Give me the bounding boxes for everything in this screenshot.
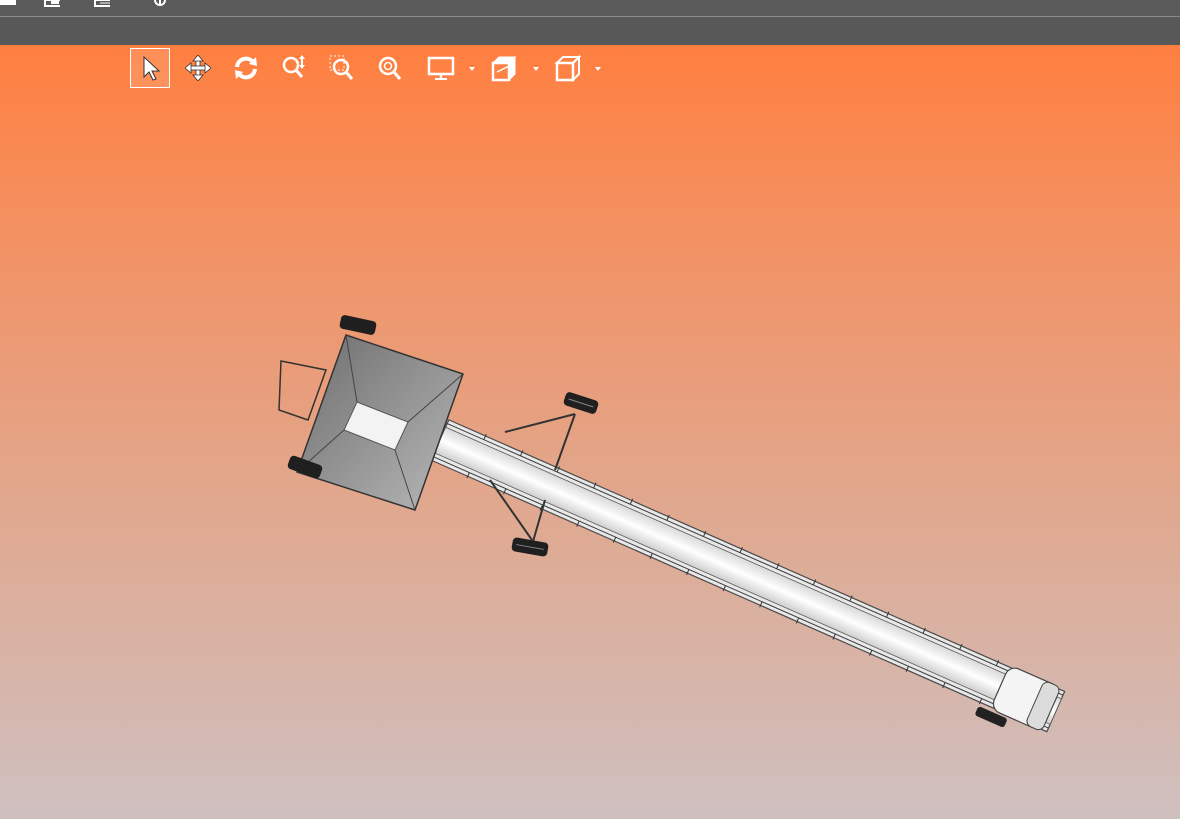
monitor-icon: [427, 56, 455, 80]
section-cube-icon: [491, 55, 517, 82]
zoom-icon: [282, 55, 305, 78]
zoom-window-button[interactable]: [322, 48, 362, 88]
folder-icon[interactable]: [0, 0, 16, 7]
application-toolbar: [0, 0, 1180, 17]
secondary-toolbar: [0, 17, 1180, 45]
save-icon[interactable]: [44, 0, 60, 7]
section-view-dropdown-icon[interactable]: [531, 64, 541, 74]
zoom-fit-icon: [378, 56, 402, 80]
zoom-tool-button[interactable]: [274, 48, 314, 88]
settings-icon[interactable]: [150, 0, 166, 7]
display-mode-dropdown-icon[interactable]: [467, 64, 477, 74]
move-arrows-icon: [185, 55, 211, 81]
pan-tool-button[interactable]: [178, 48, 218, 88]
wheel-bottom: [511, 537, 549, 557]
standard-views-dropdown-icon[interactable]: [593, 64, 603, 74]
conveyor-model[interactable]: [0, 45, 1180, 819]
zoom-window-icon: [329, 55, 354, 80]
wheel-top: [563, 392, 599, 414]
rotate-tool-button[interactable]: [226, 48, 266, 88]
hopper: [278, 315, 464, 511]
cube-icon: [554, 54, 582, 82]
section-view-button[interactable]: [484, 48, 524, 88]
zoom-fit-button[interactable]: [370, 48, 410, 88]
display-mode-button[interactable]: [422, 48, 462, 88]
cursor-arrow-icon: [143, 55, 161, 81]
standard-views-button[interactable]: [548, 48, 588, 88]
rotate-icon: [235, 56, 257, 80]
select-tool-button[interactable]: [130, 48, 170, 88]
print-icon[interactable]: [94, 0, 110, 7]
3d-viewport[interactable]: [0, 45, 1180, 819]
